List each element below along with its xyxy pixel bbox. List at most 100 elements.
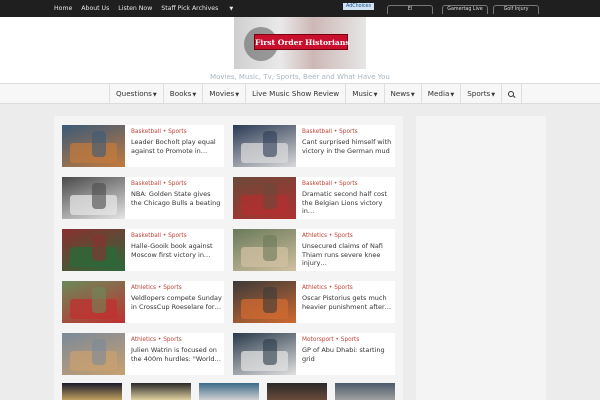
nav-search[interactable] [501,84,523,104]
nav-music[interactable]: Music▼ [345,84,383,104]
nav-live-music[interactable]: Live Music Show Review [245,84,345,104]
article-meta: Basketball • Sports [131,233,223,239]
article-section[interactable]: Sports [339,129,358,135]
thumbnail-figure [92,287,106,313]
article-title[interactable]: Cant surprised himself with victory in t… [302,138,394,155]
article-title[interactable]: Halle-Gooik book against Moscow first vi… [131,242,223,259]
nav-news-label: News [390,89,410,98]
nav-books-label: Books [169,89,192,98]
article-title[interactable]: NBA: Golden State gives the Chicago Bull… [131,190,223,207]
chevron-down-icon: ▼ [229,6,234,12]
article-card[interactable]: Athletics • Sports Julien Watrin is focus… [62,333,224,375]
article-category[interactable]: Basketball [131,181,161,187]
article-card[interactable]: Athletics • Sports Unsecured claims of Na… [233,229,395,271]
article-thumbnail[interactable] [62,281,125,323]
bottom-article-thumbnail[interactable] [131,383,191,400]
article-category[interactable]: Athletics [131,285,156,291]
article-meta: Motorsport • Sports [302,337,394,343]
article-section[interactable]: Sports [168,129,187,135]
nav-media[interactable]: Media▼ [420,84,460,104]
chevron-down-icon: ▼ [192,92,197,98]
article-card[interactable]: Basketball • Sports Cant surprised himsel… [233,125,395,167]
top-nav-staff-picks[interactable]: Staff Pick Archives ▼ [161,5,242,12]
top-bar: Home About Us Listen Now Staff Pick Arch… [0,0,600,17]
article-card[interactable]: Basketball • Sports Leader Bocholt play e… [62,125,224,167]
top-nav-home[interactable]: Home [54,5,72,12]
article-category[interactable]: Basketball [302,129,332,135]
thumbnail-figure [263,235,277,261]
site-logo[interactable]: First Order Historians [234,17,366,69]
adchoices-badge[interactable]: AdChoices [343,3,374,10]
nav-music-label: Music [352,89,373,98]
nav-questions[interactable]: Questions▼ [109,84,163,104]
article-thumbnail[interactable] [62,177,125,219]
article-section[interactable]: Sports [163,337,182,343]
article-category[interactable]: Athletics [302,233,327,239]
article-thumbnail[interactable] [233,229,296,271]
article-thumbnail[interactable] [233,125,296,167]
bottom-article-thumbnail[interactable] [267,383,327,400]
article-title[interactable]: Julien Watrin is focused on the 400m hur… [131,346,223,363]
article-thumbnail[interactable] [62,229,125,271]
article-title[interactable]: Veldlopers compete Sunday in CrossCup Ro… [131,294,223,311]
article-title[interactable]: Oscar Pistorius gets much heavier punish… [302,294,394,311]
article-category[interactable]: Basketball [131,129,161,135]
article-category[interactable]: Athletics [131,337,156,343]
article-category[interactable]: Athletics [302,285,327,291]
article-thumbnail[interactable] [233,177,296,219]
article-meta: Basketball • Sports [131,129,223,135]
article-title[interactable]: GP of Abu Dhabi: starting grid [302,346,394,363]
article-meta: Athletics • Sports [131,285,223,291]
article-meta: Basketball • Sports [302,181,394,187]
article-section[interactable]: Sports [163,285,182,291]
article-card[interactable]: Basketball • Sports Dramatic second half … [233,177,395,219]
nav-movies[interactable]: Movies▼ [202,84,245,104]
thumbnail-figure [263,131,277,157]
article-thumbnail[interactable] [62,125,125,167]
nav-books[interactable]: Books▼ [162,84,203,104]
article-thumbnail[interactable] [233,281,296,323]
article-section[interactable]: Sports [341,337,360,343]
article-category[interactable]: Basketball [131,233,161,239]
article-meta: Athletics • Sports [131,337,223,343]
article-meta: Athletics • Sports [302,285,394,291]
article-section[interactable]: Sports [339,181,358,187]
article-title[interactable]: Leader Bocholt play equal against to Pro… [131,138,223,155]
ad-tab-3[interactable]: Golf Injury [493,5,539,14]
article-section[interactable]: Sports [334,233,353,239]
meta-separator: • [333,337,341,343]
article-card[interactable]: Athletics • Sports Veldlopers compete Sun… [62,281,224,323]
article-title[interactable]: Unsecured claims of Nafi Thiam runs seve… [302,242,394,268]
article-section[interactable]: Sports [168,233,187,239]
chevron-down-icon: ▼ [450,92,455,98]
nav-sports[interactable]: Sports▼ [460,84,501,104]
article-meta: Athletics • Sports [302,233,394,239]
article-card[interactable]: Athletics • Sports Oscar Pistorius gets m… [233,281,395,323]
bottom-article-thumbnail[interactable] [335,383,395,400]
thumbnail-figure [263,287,277,313]
ad-tab-1[interactable]: El [387,5,433,14]
thumbnail-figure [92,131,106,157]
bottom-article-thumbnail[interactable] [199,383,259,400]
top-nav-listen[interactable]: Listen Now [118,5,152,12]
ad-tab-2[interactable]: Gamertag Live [442,5,488,14]
article-card[interactable]: Basketball • Sports NBA: Golden State giv… [62,177,224,219]
article-category[interactable]: Basketball [302,181,332,187]
top-nav: Home About Us Listen Now Staff Pick Arch… [54,0,251,17]
article-card[interactable]: Basketball • Sports Halle-Gooik book agai… [62,229,224,271]
article-section[interactable]: Sports [168,181,187,187]
nav-news[interactable]: News▼ [383,84,421,104]
article-section[interactable]: Sports [334,285,353,291]
article-thumbnail[interactable] [62,333,125,375]
article-card[interactable]: Motorsport • Sports GP of Abu Dhabi: star… [233,333,395,375]
article-thumbnail[interactable] [233,333,296,375]
article-category[interactable]: Motorsport [302,337,334,343]
top-nav-staff-picks-label: Staff Pick Archives [161,5,219,12]
article-title[interactable]: Dramatic second half cost the Belgian Li… [302,190,394,216]
main-nav: Questions▼ Books▼ Movies▼ Live Music Sho… [0,83,600,104]
site-header: First Order Historians Movies, Music, Tv… [0,17,600,83]
nav-sports-label: Sports [467,89,491,98]
bottom-article-thumbnail[interactable] [62,383,122,400]
site-tagline: Movies, Music, Tv, Sports, Beer and What… [210,73,390,81]
top-nav-about[interactable]: About Us [81,5,109,12]
